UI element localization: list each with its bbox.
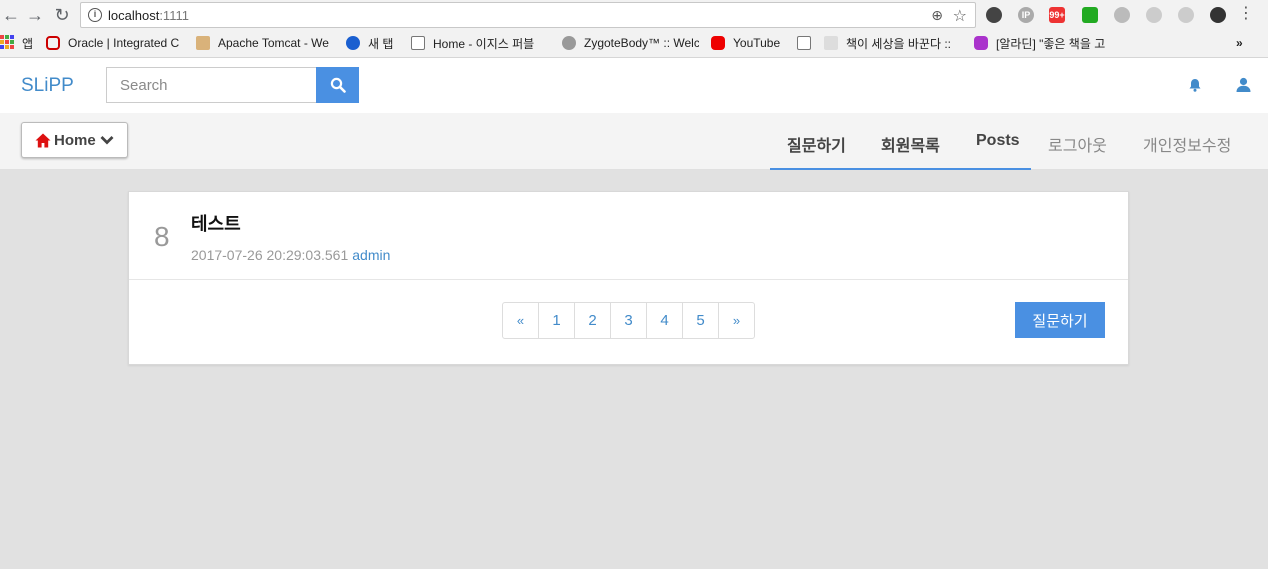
page-icon — [797, 36, 811, 50]
pagination-page-2[interactable]: 2 — [574, 303, 610, 338]
home-icon — [35, 133, 51, 147]
zoom-icon[interactable]: ⊕ — [931, 7, 943, 24]
tab-edit-profile[interactable]: 개인정보수정 — [1143, 132, 1231, 156]
search-bookmark-icon — [346, 36, 360, 50]
reload-icon[interactable]: ↻ — [51, 4, 73, 26]
ask-question-button[interactable]: 질문하기 — [1015, 302, 1105, 338]
notification-extension-icon[interactable]: 99+ — [1049, 7, 1065, 23]
search-icon — [330, 77, 346, 93]
oracle-icon — [46, 36, 60, 50]
sync-extension-icon[interactable] — [1210, 7, 1226, 23]
back-icon[interactable]: ← — [0, 4, 22, 26]
tab-posts[interactable]: Posts — [976, 132, 1020, 150]
pagination-prev[interactable]: « — [503, 303, 538, 338]
divider — [129, 279, 1128, 280]
color-extension-icon[interactable] — [1082, 7, 1098, 23]
address-bar[interactable]: i localhost:1111 ⊕ ☆ — [80, 2, 976, 28]
page-icon — [411, 36, 425, 50]
more-bookmarks-icon[interactable]: » — [1236, 35, 1243, 51]
ip-extension-icon[interactable]: IP — [1018, 7, 1034, 23]
extension-icon[interactable] — [1114, 7, 1130, 23]
extension-icon[interactable] — [1146, 7, 1162, 23]
bookmark-apps[interactable]: 앱 — [22, 35, 33, 51]
youtube-icon — [711, 36, 725, 50]
bookmark-star-icon[interactable]: ☆ — [953, 6, 967, 26]
aladin-icon — [974, 36, 988, 50]
url-text: localhost:1111 — [108, 8, 189, 23]
pagination-page-3[interactable]: 3 — [610, 303, 646, 338]
tab-members[interactable]: 회원목록 — [881, 132, 940, 156]
tomcat-icon — [196, 36, 210, 50]
extension-icon[interactable] — [1178, 7, 1194, 23]
brand-logo[interactable]: SLiPP — [21, 75, 74, 97]
tab-logout[interactable]: 로그아웃 — [1048, 132, 1107, 156]
apps-icon[interactable] — [0, 35, 14, 49]
bookmark-youtube[interactable]: YouTube — [711, 35, 780, 51]
post-meta: 2017-07-26 20:29:03.561 admin — [191, 247, 390, 263]
menu-dots-icon[interactable]: ⋮ — [1238, 5, 1254, 23]
bookmark-page[interactable] — [797, 35, 819, 51]
pagination-page-5[interactable]: 5 — [682, 303, 718, 338]
home-label: Home — [54, 131, 96, 149]
book-icon — [824, 36, 838, 50]
pagination-page-4[interactable]: 4 — [646, 303, 682, 338]
browser-chrome: ← → ↻ i localhost:1111 ⊕ ☆ IP 99+ ⋮ 앱 Or… — [0, 0, 1268, 58]
forward-icon[interactable]: → — [24, 4, 46, 26]
bell-icon[interactable] — [1188, 78, 1202, 92]
bookmark-new-tab[interactable]: 새 탭 — [346, 35, 393, 51]
post-datetime: 2017-07-26 20:29:03.561 — [191, 247, 349, 263]
extension-icon[interactable] — [986, 7, 1002, 23]
bookmark-tomcat[interactable]: Apache Tomcat - We — [196, 35, 334, 51]
tab-ask-question[interactable]: 질문하기 — [787, 132, 846, 156]
sub-navbar: Home 질문하기 회원목록 Posts 로그아웃 개인정보수정 — [0, 113, 1268, 170]
home-dropdown-button[interactable]: Home — [21, 122, 128, 158]
chevron-down-icon — [100, 136, 114, 145]
top-navbar: SLiPP — [0, 58, 1268, 113]
active-tab-indicator — [770, 168, 1031, 170]
post-author-link[interactable]: admin — [352, 247, 390, 263]
post-number: 8 — [154, 221, 170, 252]
bookmark-book[interactable]: 책이 세상을 바꾼다 :: — [824, 35, 966, 51]
post-list-card: 8 테스트 2017-07-26 20:29:03.561 admin « 1 2… — [128, 191, 1129, 365]
post-title[interactable]: 테스트 — [191, 210, 241, 236]
search-input[interactable] — [106, 67, 316, 103]
bookmark-aladin[interactable]: [알라딘] "좋은 책을 고 — [974, 35, 1112, 51]
bookmark-oracle[interactable]: Oracle | Integrated C — [46, 35, 184, 51]
bookmark-zygote[interactable]: ZygoteBody™ :: Welc — [562, 35, 699, 51]
pagination: « 1 2 3 4 5 » — [502, 302, 755, 339]
bookmark-easys[interactable]: Home - 이지스 퍼블 — [411, 35, 549, 51]
user-icon[interactable] — [1236, 77, 1251, 92]
zygote-icon — [562, 36, 576, 50]
search-button[interactable] — [316, 67, 359, 103]
info-icon[interactable]: i — [88, 8, 102, 22]
pagination-page-1[interactable]: 1 — [538, 303, 574, 338]
pagination-next[interactable]: » — [718, 303, 754, 338]
